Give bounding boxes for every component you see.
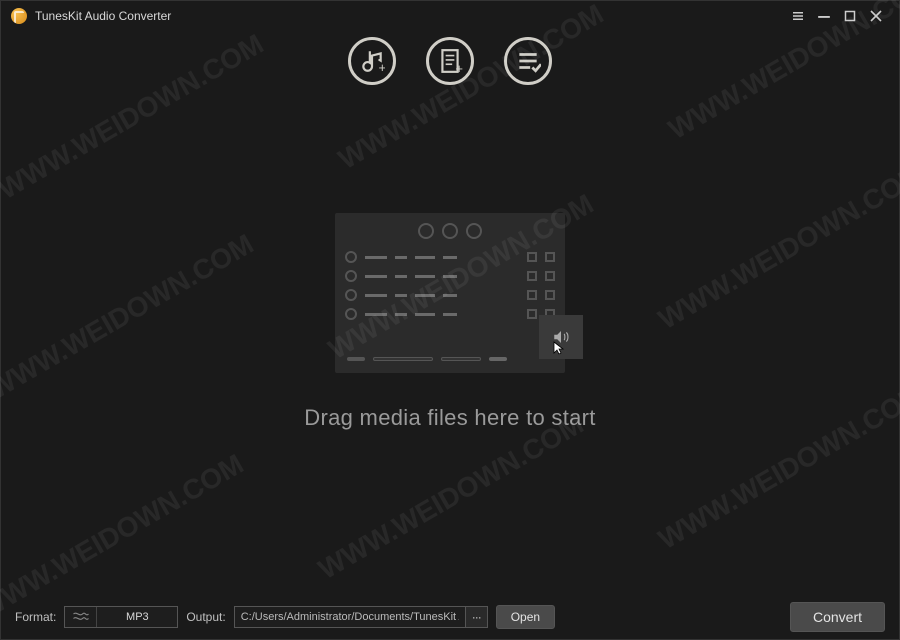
- open-button[interactable]: Open: [496, 605, 555, 629]
- menu-icon[interactable]: [785, 3, 811, 29]
- output-label: Output:: [186, 610, 225, 624]
- svg-text:+: +: [379, 60, 386, 74]
- add-file-button[interactable]: +: [426, 37, 474, 85]
- format-label: Format:: [15, 610, 56, 624]
- close-button[interactable]: [863, 3, 889, 29]
- format-value: MP3: [97, 611, 177, 623]
- drop-hint-text: Drag media files here to start: [304, 405, 595, 431]
- list-settings-button[interactable]: [504, 37, 552, 85]
- maximize-button[interactable]: [837, 3, 863, 29]
- main-toolbar: + +: [1, 31, 899, 103]
- drop-illustration: [335, 213, 565, 373]
- output-path-input[interactable]: [235, 607, 465, 627]
- output-path-box: ···: [234, 606, 488, 628]
- format-selector[interactable]: MP3: [64, 606, 178, 628]
- drop-area[interactable]: Drag media files here to start: [1, 103, 899, 603]
- svg-text:+: +: [455, 61, 463, 74]
- app-logo-icon: [11, 8, 27, 24]
- minimize-button[interactable]: [811, 3, 837, 29]
- footer-bar: Format: MP3 Output: ··· Open Convert: [1, 595, 899, 639]
- format-icon: [65, 607, 97, 627]
- cursor-icon: [553, 341, 565, 355]
- add-music-button[interactable]: +: [348, 37, 396, 85]
- speaker-icon: [539, 315, 583, 359]
- browse-button[interactable]: ···: [465, 607, 487, 627]
- titlebar: TunesKit Audio Converter: [1, 1, 899, 31]
- app-title: TunesKit Audio Converter: [35, 9, 171, 23]
- convert-button[interactable]: Convert: [790, 602, 885, 632]
